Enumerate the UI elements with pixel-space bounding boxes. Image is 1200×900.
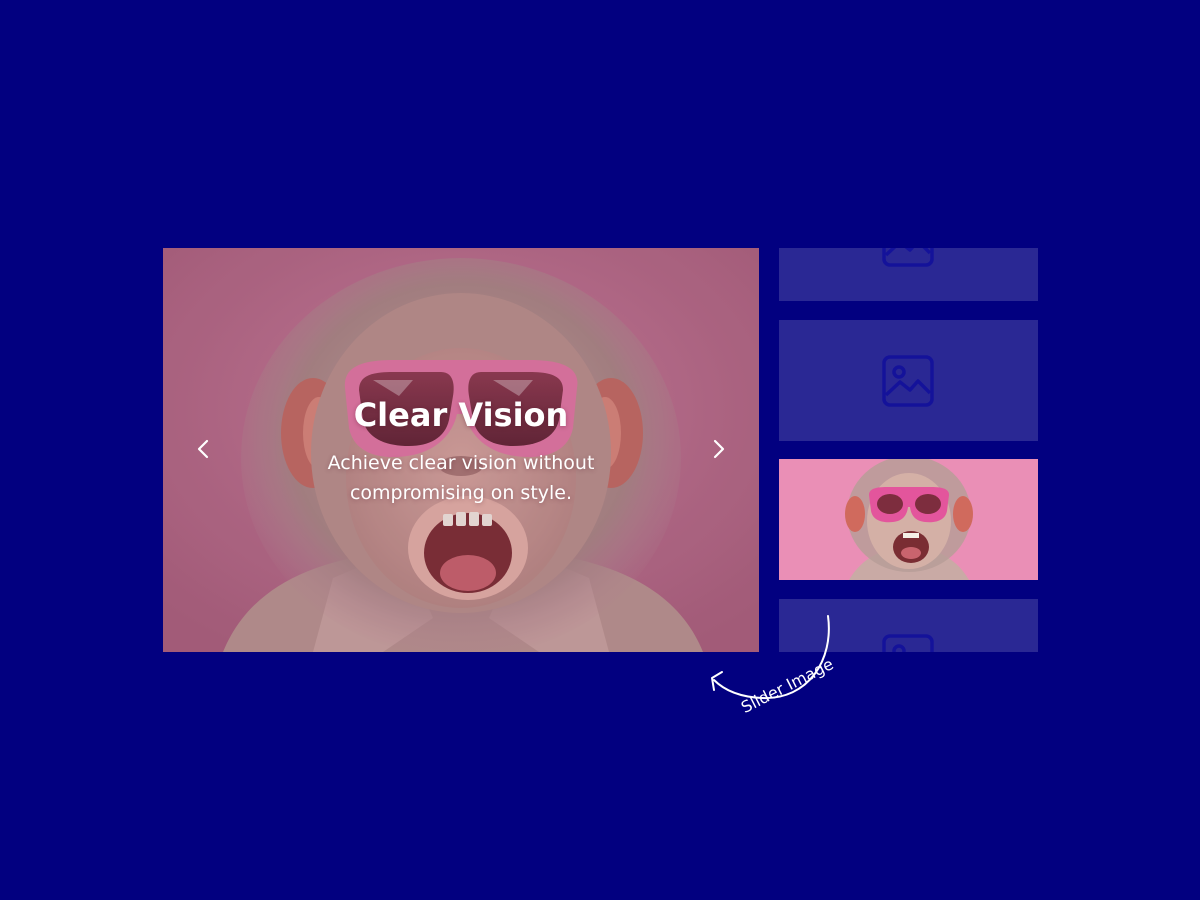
image-placeholder-icon bbox=[882, 634, 934, 652]
thumbnail-2[interactable] bbox=[779, 320, 1038, 441]
previous-slide-button[interactable] bbox=[189, 434, 219, 464]
chevron-left-icon bbox=[197, 439, 209, 459]
chevron-right-icon bbox=[713, 439, 725, 459]
image-placeholder-icon bbox=[882, 248, 934, 267]
slide-caption: Clear Vision Achieve clear vision withou… bbox=[163, 394, 759, 508]
next-slide-button[interactable] bbox=[703, 434, 733, 464]
thumbnail-image bbox=[779, 459, 1038, 580]
image-placeholder-icon bbox=[882, 355, 934, 407]
thumbnail-strip bbox=[779, 248, 1038, 652]
slide-title: Clear Vision bbox=[353, 396, 569, 434]
slide-description: Achieve clear vision without compromisin… bbox=[327, 452, 595, 504]
thumbnail-3-active[interactable] bbox=[779, 459, 1038, 580]
thumbnail-1[interactable] bbox=[779, 248, 1038, 301]
image-slider: Clear Vision Achieve clear vision withou… bbox=[163, 248, 759, 652]
